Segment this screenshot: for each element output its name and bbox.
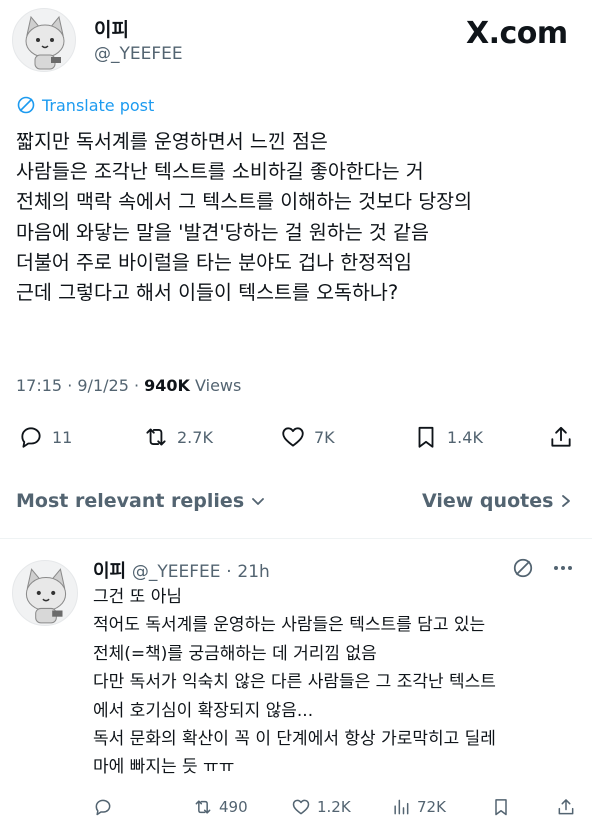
chevron-right-icon	[562, 495, 571, 507]
cat-mascot-icon	[25, 568, 67, 624]
reply-text-line: 그건 또 아님	[93, 587, 183, 607]
heart-icon	[282, 427, 304, 447]
post-meta: 17:15 · 9/1/25 · 940K Views	[16, 376, 241, 395]
reply-text-line: 마에 빠지는 듯 ㅠㅠ	[93, 757, 235, 778]
meta-separator: ·	[226, 562, 232, 582]
bookmark-count: 1.4K	[447, 427, 483, 447]
brand-logo: X.com	[466, 16, 568, 51]
post-text-line: 근데 그렇다고 해서 이들이 텍스트를 오독하나?	[16, 281, 399, 305]
post-text-line: 짧지만 독서계를 운영하면서 느낀 점은	[16, 130, 328, 153]
repost-button[interactable]: 2.7K	[143, 424, 213, 450]
reply-share-button[interactable]	[556, 797, 576, 817]
views-chart-icon	[394, 799, 409, 815]
replies-sort-label: Most relevant replies	[16, 490, 245, 512]
reply-text-line: 다만 독서가 익숙치 않은 다른 사람들은 그 조각난 텍스트	[93, 672, 496, 693]
cat-mascot-icon	[25, 15, 65, 70]
reply-author-handle[interactable]: @_YEEFEE	[132, 562, 221, 582]
share-icon	[551, 426, 571, 447]
post-body: 짧지만 독서계를 운영하면서 느낀 점은 사람들은 조각난 텍스트를 소비하길 …	[16, 127, 472, 308]
like-count: 7K	[314, 427, 335, 447]
repost-icon	[195, 800, 211, 814]
replies-sort-dropdown[interactable]: Most relevant replies	[16, 490, 266, 512]
views-label: Views	[195, 376, 242, 395]
view-quotes-link[interactable]: View quotes	[422, 490, 573, 512]
bookmark-icon	[418, 426, 434, 448]
reply-button[interactable]: 11	[18, 424, 72, 450]
globe-slash-icon	[513, 558, 533, 578]
bookmark-icon	[495, 799, 507, 816]
meta-separator: ·	[133, 376, 145, 395]
bookmark-button[interactable]: 1.4K	[413, 424, 483, 450]
reply-views-button[interactable]: 72K	[391, 797, 446, 817]
author-handle[interactable]: @_YEEFEE	[94, 44, 183, 64]
reply-text-line: 전체(=책)를 궁금해하는 데 거리낌 없음	[93, 643, 377, 664]
view-quotes-label: View quotes	[422, 490, 554, 512]
translate-label: Translate post	[42, 95, 155, 115]
globe-slash-icon	[17, 96, 35, 114]
reply-text-line: 적어도 독서계를 운영하는 사람들은 텍스트를 담고 있는	[93, 615, 486, 636]
meta-separator: ·	[67, 376, 78, 395]
heart-icon	[292, 799, 310, 815]
repost-icon	[146, 428, 166, 446]
post-time[interactable]: 17:15	[16, 376, 62, 395]
author-name[interactable]: 이피	[94, 15, 129, 42]
more-options-button[interactable]	[551, 558, 575, 582]
reply-text-line: 에서 호기심이 확장되지 않음...	[93, 700, 314, 721]
reply-author-avatar[interactable]	[12, 560, 78, 626]
reply-repost-count: 490	[219, 798, 248, 816]
share-button[interactable]	[548, 424, 574, 450]
translate-post-link[interactable]: Translate post	[16, 95, 154, 115]
more-dots-icon	[554, 566, 572, 570]
post-date[interactable]: 9/1/25	[77, 376, 129, 395]
share-icon	[558, 799, 574, 815]
reply-author-name[interactable]: 이피	[93, 561, 126, 582]
repost-count: 2.7K	[177, 427, 213, 447]
reply-icon	[95, 799, 111, 816]
post-text-line: 마음에 와닿는 말을 '발견'당하는 걸 원하는 것 같음	[16, 220, 429, 244]
divider	[0, 538, 592, 539]
reply-translate-button[interactable]	[512, 557, 534, 583]
reply-bookmark-button[interactable]	[491, 797, 511, 817]
reply-like-count: 1.2K	[317, 798, 351, 816]
reply-count: 11	[52, 427, 73, 447]
post-text-line: 사람들은 조각난 텍스트를 소비하길 좋아한다는 거	[16, 160, 424, 184]
reply-views-count: 72K	[417, 798, 446, 816]
reply-age[interactable]: 21h	[237, 562, 269, 582]
post-text-line: 더불어 주로 바이럴을 타는 분야도 겁나 한정적임	[16, 250, 412, 274]
author-avatar[interactable]	[12, 8, 76, 72]
views-count: 940K	[144, 376, 190, 395]
chevron-down-icon	[252, 498, 265, 505]
reply-header: 이피 @_YEEFEE · 21h	[93, 557, 270, 583]
reply-body: 그건 또 아님 적어도 독서계를 운영하는 사람들은 텍스트를 담고 있는 전체…	[93, 583, 496, 782]
reply-icon	[21, 427, 41, 448]
reply-reply-button[interactable]	[93, 797, 119, 817]
like-button[interactable]: 7K	[280, 424, 335, 450]
post-text-line: 전체의 맥락 속에서 그 텍스트를 이해하는 것보다 당장의	[16, 190, 473, 214]
reply-repost-button[interactable]: 490	[193, 797, 248, 817]
reply-text-line: 독서 문화의 확산이 꼭 이 단계에서 항상 가로막히고 딜레	[93, 729, 496, 750]
reply-like-button[interactable]: 1.2K	[291, 797, 351, 817]
